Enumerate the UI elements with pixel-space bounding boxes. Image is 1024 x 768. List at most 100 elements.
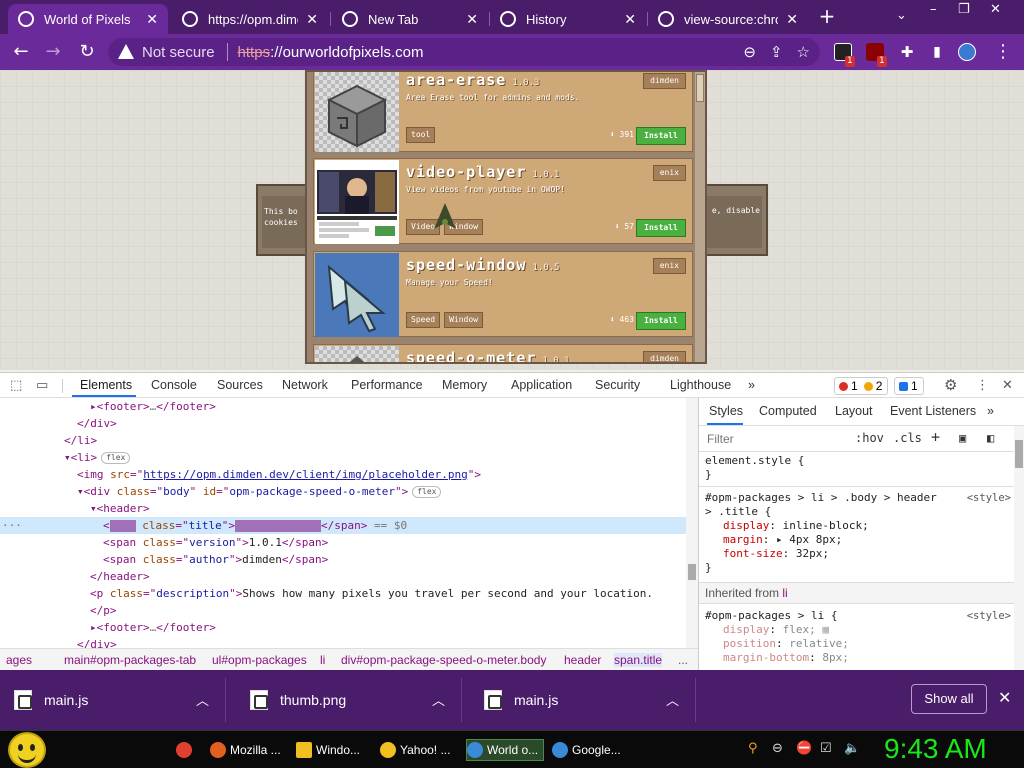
scrollbar-thumb[interactable]	[1015, 440, 1023, 468]
chevron-up-icon[interactable]: ︿	[432, 690, 445, 709]
chevron-up-icon[interactable]: ︿	[666, 690, 679, 709]
tab-elements[interactable]: Elements	[80, 378, 132, 392]
install-button[interactable]: Install	[636, 312, 686, 330]
no-entry-icon[interactable]: ⛔	[796, 741, 812, 756]
taskbar-item-google[interactable]: Google...	[552, 739, 624, 761]
more-tabs-button[interactable]: »	[748, 378, 755, 392]
rule-source-link[interactable]: <style>	[967, 609, 1011, 623]
package-author[interactable]: enix	[652, 258, 686, 274]
rule-source-link[interactable]: <style>	[967, 491, 1011, 505]
device-toolbar-icon[interactable]: ▭	[36, 378, 48, 393]
element-style-rule[interactable]: element.style { }	[705, 454, 1011, 482]
close-icon[interactable]: ✕	[146, 11, 158, 28]
tab-console[interactable]: Console	[151, 378, 197, 392]
inspect-element-icon[interactable]: ⬚	[10, 378, 22, 393]
install-button[interactable]: Install	[636, 127, 686, 145]
styles-scrollbar[interactable]	[1014, 426, 1024, 670]
tab-styles[interactable]: Styles	[709, 404, 743, 418]
close-icon[interactable]: ✕	[466, 11, 478, 28]
css-declaration[interactable]: font-size: 32px;	[705, 547, 1011, 561]
dom-node[interactable]: <img src="https://opm.dimden.dev/client/…	[0, 466, 686, 483]
taskbar-item-chrome[interactable]	[176, 739, 200, 761]
css-rule[interactable]: #opm-packages > li > .body > header <sty…	[705, 491, 1011, 575]
taskbar-item-firefox[interactable]: Mozilla ...	[210, 739, 288, 761]
tab-world-of-pixels[interactable]: World of Pixels ✕	[8, 4, 168, 34]
download-item[interactable]: main.js ︿	[470, 678, 696, 722]
start-smiley-icon[interactable]	[8, 732, 46, 768]
dom-node[interactable]: <span class="author">dimden</span>	[0, 551, 686, 568]
flex-editor-icon[interactable]: ▦	[822, 623, 829, 636]
hover-state-toggle[interactable]: :hov	[855, 431, 884, 445]
package-list-scrollbar[interactable]	[695, 72, 705, 362]
download-item[interactable]: thumb.png ︿	[236, 678, 462, 722]
show-all-downloads-button[interactable]: Show all	[911, 684, 987, 714]
more-tabs-button[interactable]: »	[987, 404, 994, 418]
dom-node[interactable]: ▸<footer>…</footer>	[0, 398, 686, 415]
breadcrumb-item[interactable]: ages	[6, 653, 32, 667]
dom-node[interactable]: </header>	[0, 568, 686, 585]
css-rule[interactable]: #opm-packages > li { <style> display: fl…	[705, 609, 1011, 665]
minus-circle-icon[interactable]: ⊖	[772, 741, 783, 756]
scrollbar-thumb[interactable]	[696, 74, 704, 102]
tab-event-listeners[interactable]: Event Listeners	[890, 404, 976, 418]
dom-node[interactable]: </li>	[0, 432, 686, 449]
new-rule-icon[interactable]: +	[931, 428, 940, 446]
breadcrumb-item[interactable]: main#opm-packages-tab	[64, 653, 196, 667]
taskbar-item-yahoo[interactable]: Yahoo! ...	[380, 739, 456, 761]
package-author[interactable]: dimden	[643, 73, 686, 89]
css-declaration[interactable]: display: flex; ▦	[705, 623, 1011, 637]
package-author[interactable]: dimden	[643, 351, 686, 362]
breadcrumb-item-selected[interactable]: span.title	[614, 653, 663, 667]
side-panel-icon[interactable]: ▮	[926, 41, 948, 63]
breadcrumb-item[interactable]: li	[320, 653, 325, 667]
breadcrumb-overflow[interactable]: ...	[678, 653, 688, 667]
zoom-icon[interactable]: ⊖	[743, 43, 756, 61]
dom-node[interactable]: <p class="description">Shows how many pi…	[0, 585, 686, 602]
class-toggle[interactable]: .cls	[893, 431, 922, 445]
action-center-icon[interactable]: ☑	[820, 741, 832, 756]
dom-node-selected[interactable]: ··· < class="title"> </span> == $0	[0, 517, 686, 534]
gear-icon[interactable]: ⚙	[944, 376, 957, 394]
extensions-puzzle-icon[interactable]: ✚	[896, 41, 918, 63]
toggle-sidebar-icon[interactable]: ◧	[987, 431, 994, 445]
close-shelf-button[interactable]: ✕	[998, 688, 1011, 707]
tab-performance[interactable]: Performance	[351, 378, 423, 392]
reload-button[interactable]: ↻	[76, 41, 98, 63]
search-icon[interactable]: ⚲	[748, 741, 758, 756]
new-tab-button[interactable]: +	[816, 6, 838, 28]
tab-layout[interactable]: Layout	[835, 404, 873, 418]
tab-computed[interactable]: Computed	[759, 404, 817, 418]
menu-button[interactable]: ⋮	[992, 41, 1014, 63]
close-icon[interactable]: ✕	[786, 11, 798, 28]
dom-node[interactable]: <span class="version">1.0.1</span>	[0, 534, 686, 551]
node-actions-icon[interactable]: ···	[2, 517, 22, 534]
dom-node[interactable]: ▸<footer>…</footer>	[0, 619, 686, 636]
install-button[interactable]: Install	[636, 219, 686, 237]
restore-button[interactable]: ❐	[958, 2, 970, 17]
dom-node[interactable]: ▾<li> flex	[0, 449, 686, 466]
package-tag[interactable]: Speed	[406, 312, 441, 328]
kebab-menu-icon[interactable]: ⋮	[976, 378, 989, 393]
elements-dom-tree[interactable]: ▸<footer>…</footer> </div> </li> ▾<li> flex <…	[0, 398, 686, 648]
minimize-button[interactable]: –	[930, 2, 937, 17]
back-button[interactable]: ←	[10, 41, 32, 63]
flex-badge[interactable]: flex	[101, 452, 131, 464]
dom-node[interactable]: ▾<div class="body" id="opm-package-speed…	[0, 483, 686, 500]
tab-application[interactable]: Application	[511, 378, 572, 392]
download-item[interactable]: main.js ︿	[0, 678, 226, 722]
breadcrumb-item[interactable]: div#opm-package-speed-o-meter.body	[341, 653, 546, 667]
taskbar-item-windows[interactable]: Windo...	[296, 739, 368, 761]
package-tag[interactable]: Window	[444, 312, 483, 328]
close-icon[interactable]: ✕	[1002, 378, 1013, 393]
messages-counter[interactable]: 1	[894, 377, 924, 395]
flex-badge[interactable]: flex	[412, 486, 442, 498]
tab-view-source[interactable]: view-source:chror ✕	[648, 4, 808, 34]
dom-node[interactable]: ▾<header>	[0, 500, 686, 517]
elements-scrollbar[interactable]	[686, 398, 698, 648]
chevron-up-icon[interactable]: ︿	[196, 690, 209, 709]
tab-sources[interactable]: Sources	[217, 378, 263, 392]
tab-new-tab[interactable]: New Tab ✕	[332, 4, 488, 34]
package-tag[interactable]: tool	[406, 127, 436, 143]
package-author[interactable]: enix	[652, 165, 686, 181]
tab-network[interactable]: Network	[282, 378, 328, 392]
